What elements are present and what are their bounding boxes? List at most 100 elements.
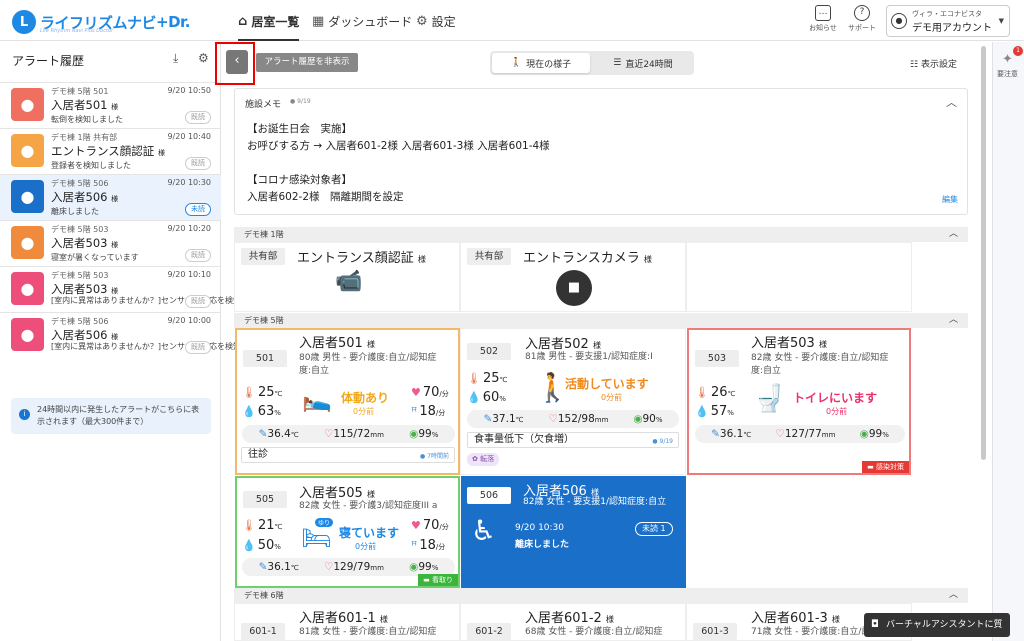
alert-item[interactable]: ● デモ棟 5階 501 9/20 10:50 入居者501 様転倒を検知しました 既読 <box>0 82 221 128</box>
alert-description: 登録者を検知しました <box>51 161 131 170</box>
room-card-506[interactable]: 506 入居者506 様 82歳 女性 - 要支援1/認知症度:自立 ♿ 9/2… <box>461 476 686 588</box>
floor-header[interactable]: デモ棟 6階 ︿ <box>234 588 968 603</box>
care-note[interactable]: 食事量低下（欠食増） ● 9/19 <box>467 432 679 448</box>
chevron-up-icon: ︿ <box>948 590 958 600</box>
lungs-icon: ꟸ <box>411 405 418 418</box>
heart-icon: ♥ <box>411 386 421 399</box>
unit: mm <box>370 564 384 572</box>
scrollbar[interactable] <box>981 46 986 460</box>
chevron-up-icon[interactable]: ︿ <box>946 94 957 110</box>
display-settings-button[interactable]: ☷ 表示設定 <box>910 57 957 70</box>
unit: % <box>431 431 439 439</box>
care-note[interactable]: 往診 ● 7時間前 <box>241 447 455 463</box>
nav-dashboard[interactable]: ▦ ダッシュボード <box>312 10 412 32</box>
app-header: L ライフリズムナビ +Dr. Life Rhythm Navi Plus Do… <box>0 0 1024 41</box>
nav-room-list[interactable]: ⌂ 居室一覧 <box>238 10 300 41</box>
room-card[interactable]: 共有部 エントランスカメラ 様 ■ <box>460 242 686 312</box>
memo-edit-link[interactable]: 編集 <box>942 194 958 205</box>
floor-header[interactable]: デモ棟 5階 ︿ <box>234 313 968 328</box>
spo2-icon: ◉ <box>859 428 869 440</box>
body-temp: ✎37.1℃ <box>483 413 523 425</box>
tab-last-24h[interactable]: ☰ 直近24時間 <box>594 53 692 73</box>
notice-button[interactable]: … お知らせ <box>801 5 845 37</box>
spo2-value: 99 <box>418 561 432 573</box>
honorific: 様 <box>111 333 119 341</box>
resident-name: 入居者502 様 <box>525 333 601 352</box>
room-card-502[interactable]: 502 入居者502 様 81歳 男性 - 要支援1/認知症度:I 🌡 25℃ 💧… <box>460 328 686 475</box>
info-icon: i <box>19 409 30 420</box>
camera-icon[interactable]: ■ <box>556 270 592 306</box>
unread-badge[interactable]: 未読 1 <box>635 522 673 536</box>
account-menu[interactable]: ● ヴィラ・エコナビスタ デモ用アカウント ▼ <box>886 5 1010 37</box>
spo2: ◉90% <box>633 413 662 425</box>
room-card-501[interactable]: 501 入居者501 様 80歳 男性 - 要介護度:自立/認知症 度:自立 🌡… <box>235 328 460 475</box>
nav-settings[interactable]: ⚙ 設定 <box>416 10 456 32</box>
app-logo[interactable]: L ライフリズムナビ +Dr. Life Rhythm Navi Plus Do… <box>12 7 190 37</box>
alert-item[interactable]: ● デモ棟 5階 506 9/20 10:30 入居者506 様離床しました 未読 <box>0 174 221 220</box>
room-name: エントランスカメラ 様 <box>523 247 652 266</box>
face-id-icon: ● <box>11 134 44 167</box>
spo2-value: 90 <box>642 413 656 425</box>
nav-dashboard-label: ダッシュボード <box>328 14 413 29</box>
memo-line: 【お誕生日会 実施】 <box>247 123 352 135</box>
unit: mm <box>370 431 384 439</box>
alert-item[interactable]: ● デモ棟 5階 506 9/20 10:00 入居者506 様 [室内に異常はありませ… <box>0 312 281 358</box>
blood-pressure: ♡127/77mm <box>775 428 835 440</box>
shared-area-tag: 共有部 <box>241 248 285 265</box>
hr-value: 70 <box>422 385 440 400</box>
room-name: エントランス顔認証 様 <box>297 247 426 266</box>
room-card-601-2[interactable]: 601-2 入居者601-2 様 68歳 女性 - 要介護度:自立/認知症 <box>460 603 686 641</box>
unit: % <box>727 409 734 417</box>
bt-value: 37.1 <box>492 413 516 425</box>
memo-line: お呼びする方 → 入居者601-2様 入居者601-3様 入居者601-4様 <box>247 140 550 152</box>
tag-icon: ▬ <box>867 463 876 471</box>
tab-current-state[interactable]: 🚶 現在の様子 <box>492 53 590 73</box>
floor-header[interactable]: デモ棟 1階 ︿ <box>234 227 968 242</box>
status-time: 0分前 <box>355 542 377 551</box>
alert-item[interactable]: ● デモ棟 5階 503 9/20 10:10 入居者503 様 [室内に異常はありませ… <box>0 266 281 312</box>
rr-value: 18 <box>419 538 436 553</box>
honorific: 様 <box>366 340 375 349</box>
fall-icon: ● <box>11 88 44 121</box>
resident-info: 82歳 女性 - 要介護3/認知症度III a <box>299 501 438 511</box>
list-icon: ☰ <box>613 58 622 68</box>
tab-current-state-label: 現在の様子 <box>526 59 572 70</box>
alert-resident-name: エントランス顔認証 <box>51 144 155 158</box>
room-number: 506 <box>467 487 511 504</box>
alert-time: 9/20 10:20 <box>167 224 211 233</box>
alert-resident-name: 入居者506 <box>51 190 108 204</box>
virtual-assistant-button[interactable]: ◘バーチャルアシスタントに質問 <box>864 613 1010 637</box>
download-icon[interactable]: ⤓ <box>173 51 178 66</box>
gear-icon[interactable]: ⚙ <box>198 51 209 65</box>
memo-title: 施設メモ <box>245 100 282 110</box>
hr-value: 70 <box>422 518 440 533</box>
highlight-box <box>215 42 255 85</box>
room-card[interactable]: 共有部 エントランス顔認証 様 📹 <box>234 242 460 312</box>
room-card-503[interactable]: 503 入居者503 様 82歳 女性 - 要介護度:自立/認知症 度:自立 🌡… <box>687 328 911 475</box>
blood-pressure: ♡152/98mm <box>548 413 608 425</box>
attention-sidebar[interactable]: ✦ 1 要注意 <box>992 42 1024 641</box>
room-number: 501 <box>243 350 287 367</box>
end-of-life-care-tag: ▬ 看取り <box>418 574 458 586</box>
alert-item[interactable]: ● デモ棟 5階 503 9/20 10:20 入居者503 様寝室が暑くなっています… <box>0 220 221 266</box>
tag-icon: ▬ <box>423 576 432 584</box>
filter-icon: ☷ <box>910 60 921 70</box>
bp-value: 115/72 <box>333 428 371 440</box>
respiration-rate: ꟸ 18/分 <box>411 404 445 419</box>
alert-time: 9/20 10:40 <box>167 132 211 141</box>
room-card-505[interactable]: 505 入居者505 様 82歳 女性 - 要介護3/認知症度III a 🌡 21… <box>235 476 460 588</box>
vitals-bar: ✎36.1℃ ♡127/77mm ◉99% <box>695 425 905 443</box>
support-button[interactable]: ? サポート <box>840 5 884 37</box>
bp-icon: ♡ <box>775 428 785 440</box>
resident-info: 82歳 女性 - 要支援1/認知症度:自立 <box>523 497 667 507</box>
hide-alert-history-button[interactable]: アラート履歴を非表示 <box>256 53 358 72</box>
logo-subtitle: Life Rhythm Navi Plus Doctor <box>40 28 114 34</box>
honorific: 様 <box>111 195 119 203</box>
support-label: サポート <box>848 24 876 32</box>
vitals-bar: ✎36.4℃ ♡115/72mm ◉99% <box>242 425 455 443</box>
resident-info: 81歳 男性 - 要支援1/認知症度:I <box>525 352 653 362</box>
alert-item[interactable]: ● デモ棟 1階 共有部 9/20 10:40 エントランス顔認証 様登録者を検知しま… <box>0 128 221 174</box>
account-icon: ● <box>891 13 907 29</box>
hum-value: 60 <box>482 390 500 405</box>
room-card-601-1[interactable]: 601-1 入居者601-1 様 81歳 女性 - 要介護度:自立/認知症 <box>234 603 460 641</box>
